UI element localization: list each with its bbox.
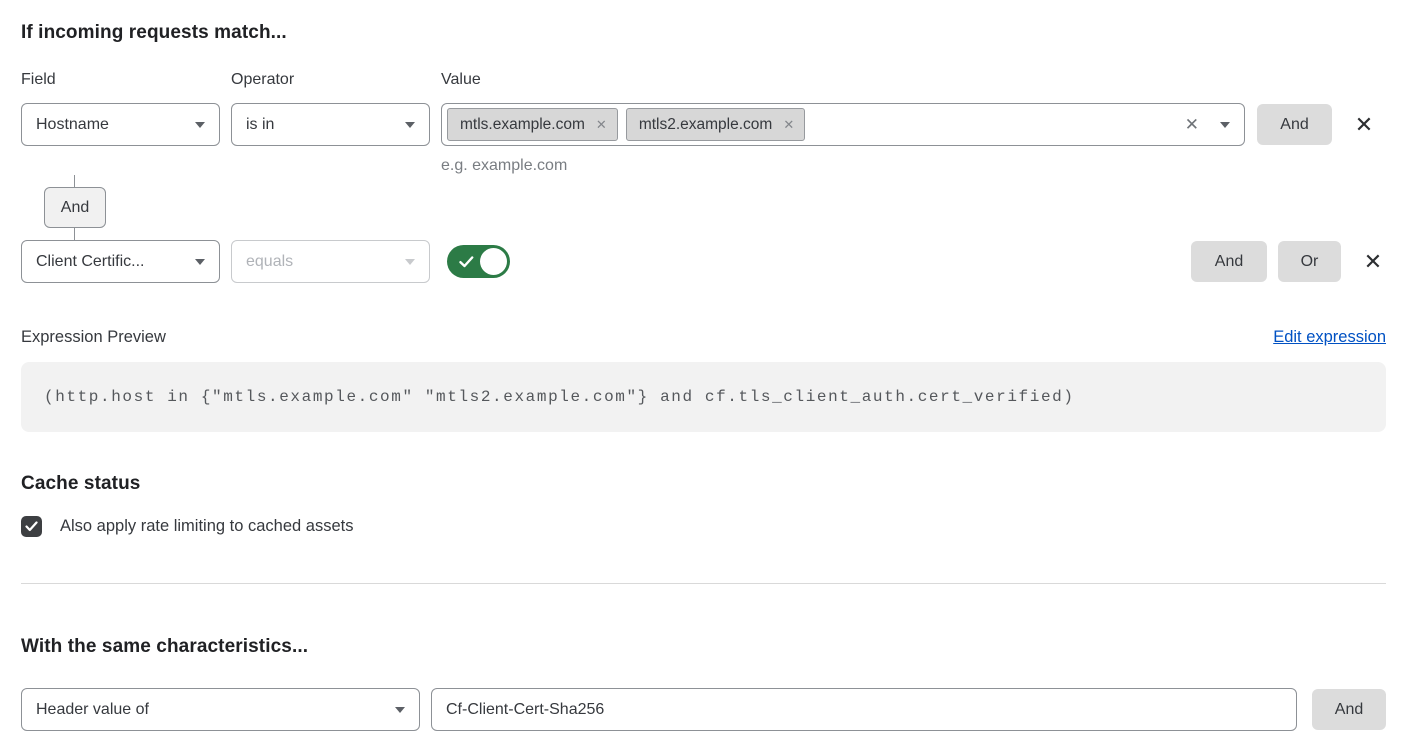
chevron-down-icon[interactable] bbox=[1220, 122, 1230, 128]
check-icon bbox=[459, 256, 474, 268]
add-characteristic-button[interactable]: And bbox=[1312, 689, 1386, 730]
delete-condition-icon[interactable]: ✕ bbox=[1351, 104, 1377, 145]
multiselect-controls: ✕ bbox=[1185, 116, 1230, 133]
condition-row-2: Client Certific... equals And Or ✕ bbox=[21, 240, 1386, 283]
expression-header: Expression Preview Edit expression bbox=[21, 328, 1386, 347]
column-labels: Field Operator Value bbox=[21, 71, 1386, 89]
value-helper-text: e.g. example.com bbox=[441, 157, 1245, 175]
rule-builder: If incoming requests match... Field Oper… bbox=[21, 0, 1386, 731]
condition-connector: And bbox=[21, 175, 1386, 240]
cache-status-heading: Cache status bbox=[21, 473, 1386, 495]
add-and-condition-button[interactable]: And bbox=[1257, 104, 1332, 145]
tag-remove-icon[interactable]: ✕ bbox=[596, 118, 607, 131]
chevron-down-icon bbox=[405, 259, 415, 265]
value-tag: mtls2.example.com ✕ bbox=[626, 108, 805, 141]
field-select-2-value: Client Certific... bbox=[36, 253, 144, 271]
chevron-down-icon bbox=[405, 122, 415, 128]
cached-assets-checkbox[interactable] bbox=[21, 516, 42, 537]
expression-preview-box: (http.host in {"mtls.example.com" "mtls2… bbox=[21, 362, 1386, 432]
expression-preview-label: Expression Preview bbox=[21, 328, 166, 347]
section-divider bbox=[21, 583, 1386, 584]
operator-label: Operator bbox=[231, 71, 430, 89]
header-name-input[interactable] bbox=[431, 688, 1297, 731]
characteristics-row: Header value of And bbox=[21, 688, 1386, 731]
characteristic-select-value: Header value of bbox=[36, 701, 149, 719]
characteristic-select[interactable]: Header value of bbox=[21, 688, 420, 731]
chevron-down-icon bbox=[195, 259, 205, 265]
cached-assets-checkbox-label: Also apply rate limiting to cached asset… bbox=[60, 517, 353, 536]
operator-select-2: equals bbox=[231, 240, 430, 283]
delete-condition-icon[interactable]: ✕ bbox=[1360, 241, 1386, 282]
value-tags: mtls.example.com ✕ mtls2.example.com ✕ bbox=[447, 108, 1185, 141]
connector-and-button[interactable]: And bbox=[44, 187, 106, 228]
operator-select-2-value: equals bbox=[246, 253, 293, 271]
condition-row-1: Hostname is in mtls.example.com ✕ mtls2.… bbox=[21, 103, 1386, 175]
value-tag-label: mtls.example.com bbox=[460, 116, 585, 134]
add-and-condition-button[interactable]: And bbox=[1191, 241, 1267, 282]
chevron-down-icon bbox=[195, 122, 205, 128]
cert-verified-toggle[interactable] bbox=[447, 245, 510, 278]
value-tag: mtls.example.com ✕ bbox=[447, 108, 618, 141]
clear-values-icon[interactable]: ✕ bbox=[1185, 116, 1199, 133]
expression-code: (http.host in {"mtls.example.com" "mtls2… bbox=[44, 388, 1075, 406]
field-select-1-value: Hostname bbox=[36, 116, 109, 134]
field-select-2[interactable]: Client Certific... bbox=[21, 240, 220, 283]
value-column: mtls.example.com ✕ mtls2.example.com ✕ ✕… bbox=[441, 103, 1245, 175]
edit-expression-link[interactable]: Edit expression bbox=[1273, 328, 1386, 347]
field-label: Field bbox=[21, 71, 220, 89]
value-tag-label: mtls2.example.com bbox=[639, 116, 773, 134]
check-icon bbox=[25, 521, 38, 532]
connector-line bbox=[74, 175, 75, 187]
field-select-1[interactable]: Hostname bbox=[21, 103, 220, 146]
operator-select-1[interactable]: is in bbox=[231, 103, 430, 146]
tag-remove-icon[interactable]: ✕ bbox=[783, 118, 794, 131]
toggle-knob bbox=[480, 248, 507, 275]
chevron-down-icon bbox=[395, 707, 405, 713]
row-2-actions: And Or ✕ bbox=[1191, 240, 1386, 282]
value-multiselect[interactable]: mtls.example.com ✕ mtls2.example.com ✕ ✕ bbox=[441, 103, 1245, 146]
cache-checkbox-row: Also apply rate limiting to cached asset… bbox=[21, 516, 1386, 537]
characteristics-heading: With the same characteristics... bbox=[21, 636, 1386, 658]
value-label: Value bbox=[441, 71, 1245, 89]
match-heading: If incoming requests match... bbox=[21, 22, 1386, 44]
add-or-condition-button[interactable]: Or bbox=[1278, 241, 1341, 282]
connector-line bbox=[74, 228, 75, 240]
operator-select-1-value: is in bbox=[246, 116, 274, 134]
